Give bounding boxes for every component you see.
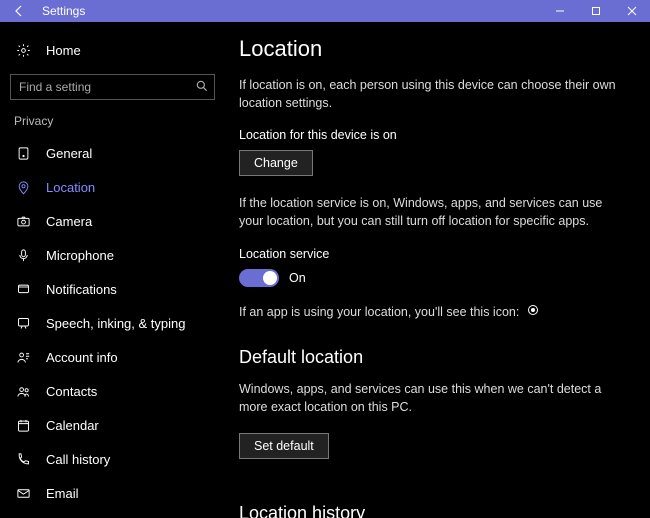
sidebar: Home Privacy General Location Camera Microp…: [0, 22, 225, 518]
location-intro: If location is on, each person using thi…: [239, 76, 619, 112]
sidebar-item-location[interactable]: Location: [8, 170, 217, 204]
general-icon: [14, 146, 32, 161]
contacts-icon: [14, 384, 32, 399]
set-default-button[interactable]: Set default: [239, 433, 329, 459]
email-icon: [14, 486, 32, 501]
sidebar-item-microphone[interactable]: Microphone: [8, 238, 217, 272]
location-service-toggle[interactable]: [239, 269, 279, 287]
sidebar-item-label: Contacts: [46, 384, 97, 399]
sidebar-item-contacts[interactable]: Contacts: [8, 374, 217, 408]
heading-location-history: Location history: [239, 503, 624, 518]
heading-location: Location: [239, 36, 624, 62]
sidebar-item-label: Account info: [46, 350, 118, 365]
notifications-icon: [14, 282, 32, 297]
sidebar-item-notifications[interactable]: Notifications: [8, 272, 217, 306]
titlebar: Settings: [0, 0, 650, 22]
service-desc: If the location service is on, Windows, …: [239, 194, 619, 230]
back-button[interactable]: [0, 0, 38, 22]
sidebar-item-label: Microphone: [46, 248, 114, 263]
content-pane: Location If location is on, each person …: [225, 22, 650, 518]
sidebar-item-tasks[interactable]: Tasks: [8, 510, 217, 518]
category-label: Privacy: [14, 114, 217, 128]
sidebar-item-label: General: [46, 146, 92, 161]
sidebar-item-general[interactable]: General: [8, 136, 217, 170]
home-label: Home: [46, 43, 81, 58]
sidebar-item-calendar[interactable]: Calendar: [8, 408, 217, 442]
sidebar-item-label: Email: [46, 486, 79, 501]
window-title: Settings: [38, 4, 542, 18]
sidebar-item-label: Camera: [46, 214, 92, 229]
close-button[interactable]: [614, 0, 650, 22]
sidebar-item-camera[interactable]: Camera: [8, 204, 217, 238]
heading-default-location: Default location: [239, 347, 624, 368]
sidebar-item-label: Location: [46, 180, 95, 195]
speech-icon: [14, 316, 32, 331]
sidebar-item-label: Notifications: [46, 282, 117, 297]
service-label: Location service: [239, 247, 624, 261]
search-input[interactable]: [10, 74, 215, 100]
location-indicator-icon: [527, 303, 539, 321]
icon-notice: If an app is using your location, you'll…: [239, 303, 619, 322]
microphone-icon: [14, 248, 32, 263]
camera-icon: [14, 214, 32, 229]
default-desc: Windows, apps, and services can use this…: [239, 380, 619, 416]
change-button[interactable]: Change: [239, 150, 313, 176]
location-icon: [14, 180, 32, 195]
sidebar-item-email[interactable]: Email: [8, 476, 217, 510]
home-button[interactable]: Home: [8, 34, 217, 66]
sidebar-item-label: Calendar: [46, 418, 99, 433]
sidebar-item-label: Speech, inking, & typing: [46, 316, 185, 331]
search-icon: [195, 79, 209, 93]
gear-icon: [14, 43, 32, 58]
toggle-state-label: On: [289, 271, 306, 285]
search-box[interactable]: [10, 74, 215, 100]
sidebar-item-account[interactable]: Account info: [8, 340, 217, 374]
window-controls: [542, 0, 650, 22]
device-state-label: Location for this device is on: [239, 128, 624, 142]
sidebar-item-label: Call history: [46, 452, 110, 467]
sidebar-item-speech[interactable]: Speech, inking, & typing: [8, 306, 217, 340]
callhistory-icon: [14, 452, 32, 467]
sidebar-item-callhistory[interactable]: Call history: [8, 442, 217, 476]
maximize-button[interactable]: [578, 0, 614, 22]
account-icon: [14, 350, 32, 365]
calendar-icon: [14, 418, 32, 433]
minimize-button[interactable]: [542, 0, 578, 22]
